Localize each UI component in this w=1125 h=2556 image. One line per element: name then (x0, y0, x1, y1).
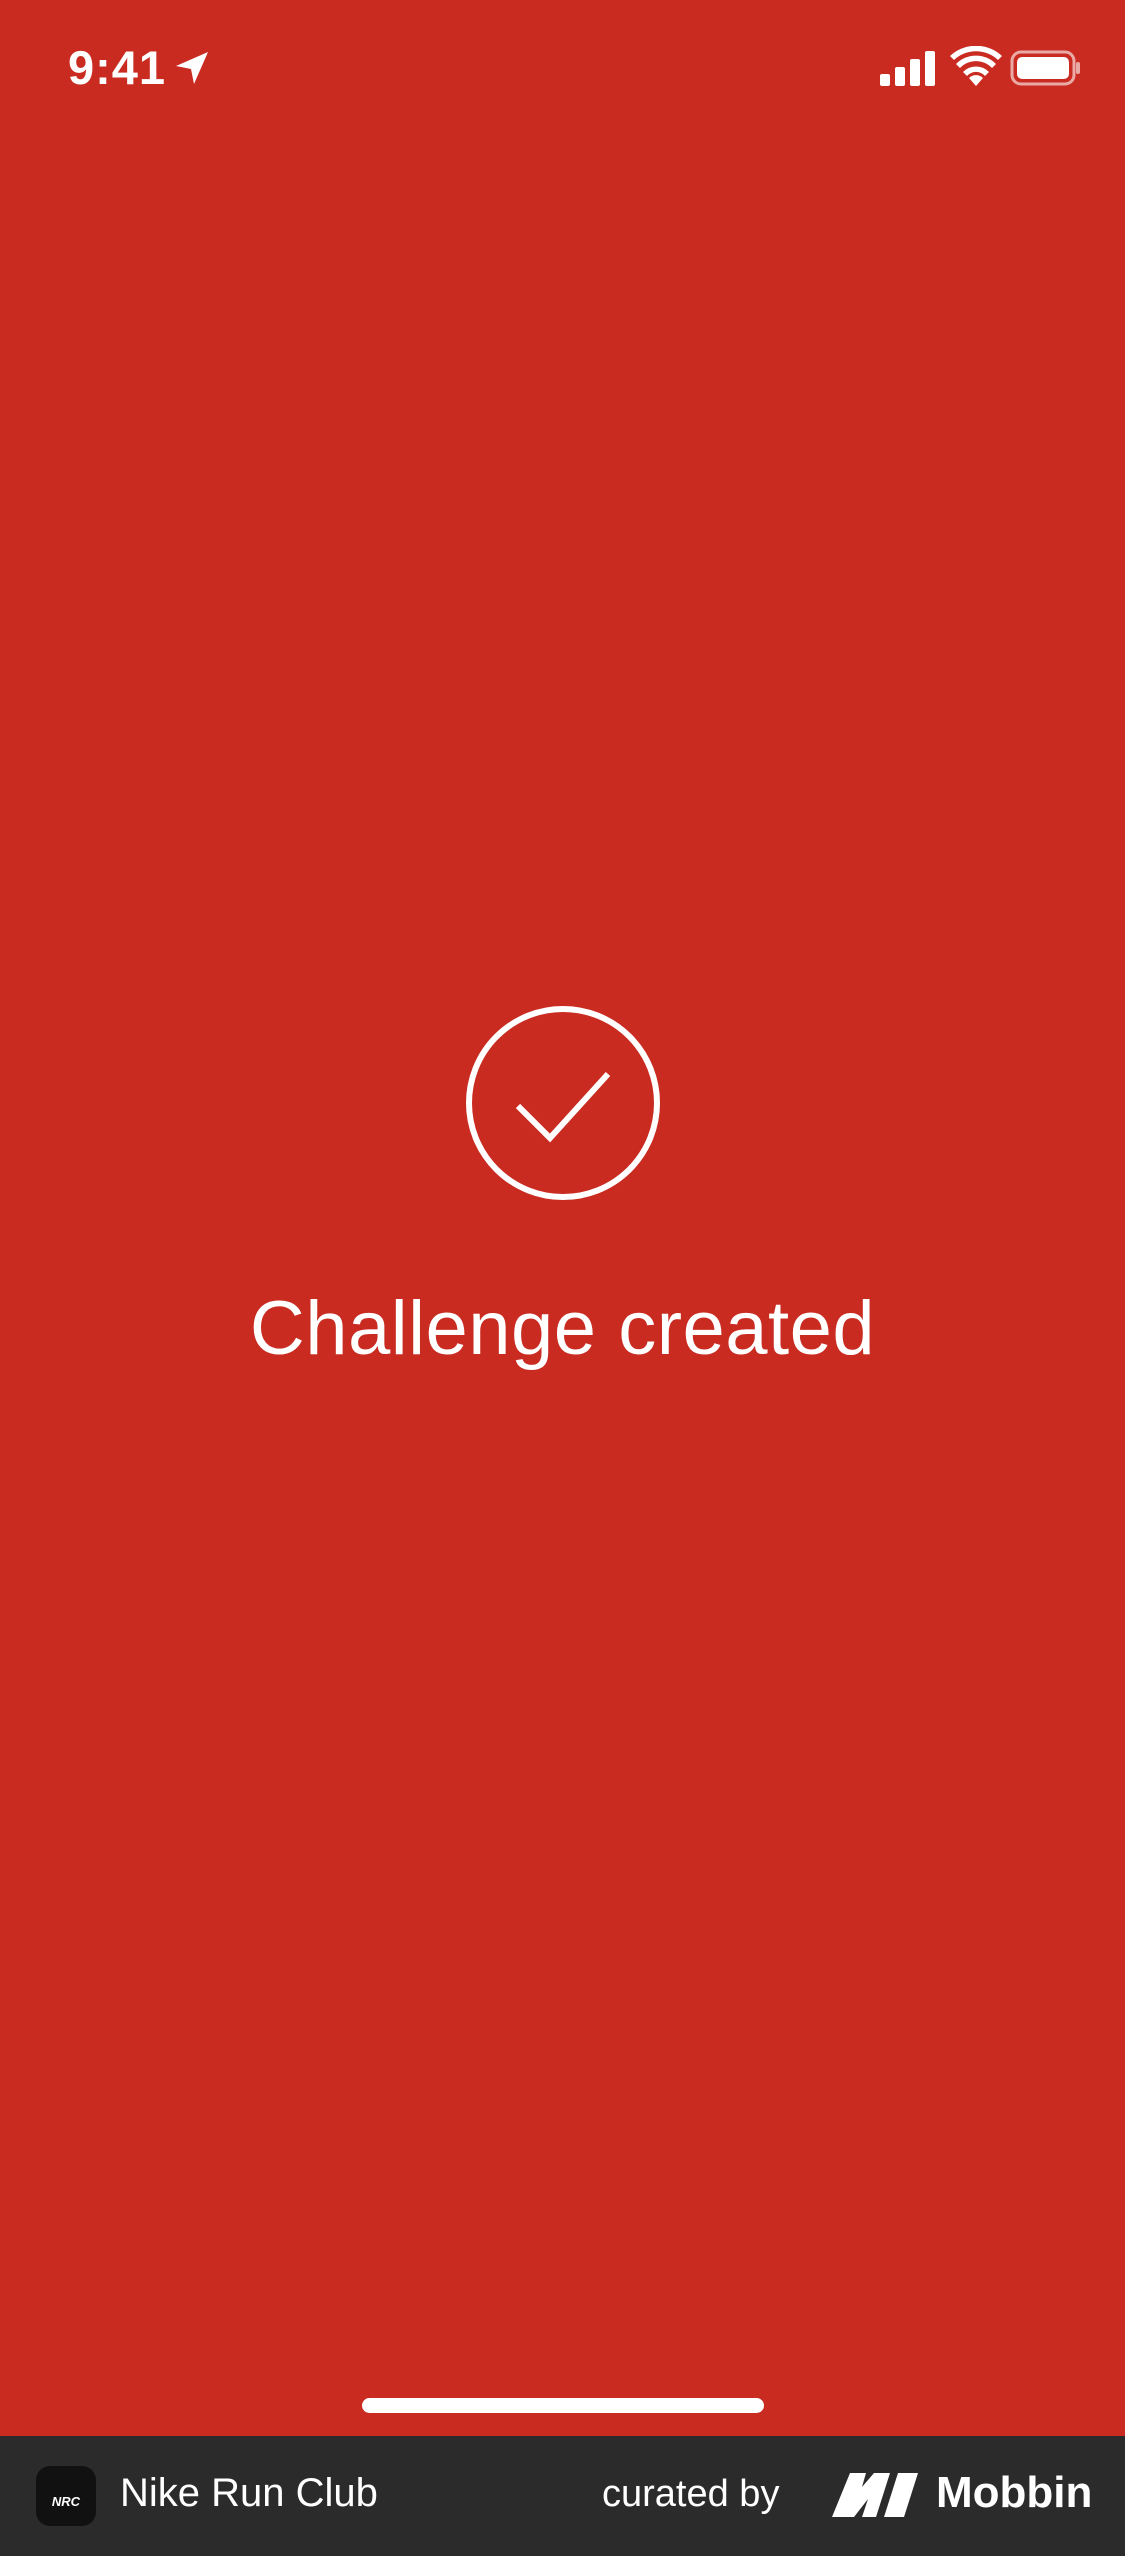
battery-icon (1010, 50, 1080, 86)
confirmation-title: Challenge created (249, 1286, 876, 1371)
checkmark-circle-icon (466, 1006, 660, 1200)
cellular-signal-icon (880, 51, 935, 86)
location-arrow-icon (176, 52, 208, 84)
status-time: 9:41 (68, 41, 167, 94)
mobbin-brand-name: Mobbin (936, 2468, 1093, 2517)
mobbin-logo-icon (832, 2473, 918, 2517)
app-name: Nike Run Club (120, 2471, 378, 2515)
wifi-icon (950, 46, 1002, 86)
home-indicator[interactable] (362, 2398, 764, 2413)
attribution-footer: NRC Nike Run Club curated by Mobbin (0, 2436, 1125, 2556)
app-icon-label: NRC (51, 2494, 81, 2509)
challenge-created-screen: 9:41 Challenge created (0, 0, 1125, 2436)
nike-run-club-app-icon: NRC (36, 2466, 96, 2526)
curated-by-label: curated by (602, 2473, 780, 2515)
